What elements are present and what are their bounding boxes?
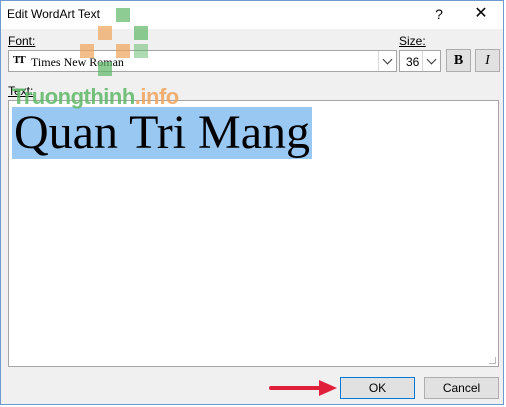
- size-label-text: Size:: [399, 34, 426, 48]
- ok-button[interactable]: OK: [340, 377, 415, 399]
- help-button[interactable]: ?: [427, 3, 451, 25]
- truetype-font-icon: TT: [13, 54, 26, 66]
- text-label: Text:: [8, 84, 33, 98]
- cancel-button[interactable]: Cancel: [424, 377, 499, 399]
- italic-button[interactable]: I: [475, 49, 500, 72]
- size-label: Size:: [399, 34, 426, 48]
- resize-grip: [489, 357, 496, 364]
- font-dropdown-button[interactable]: [378, 51, 396, 71]
- red-arrow-icon: [269, 380, 337, 396]
- edit-wordart-dialog: Edit WordArt Text ? ✕ Font: Size: TT Tim…: [0, 0, 504, 405]
- size-dropdown-button[interactable]: [422, 51, 440, 71]
- font-label: Font:: [8, 34, 35, 48]
- title-bar: Edit WordArt Text ? ✕: [1, 1, 503, 29]
- font-dropdown[interactable]: TT Times New Roman: [8, 50, 397, 72]
- chevron-down-icon: [426, 54, 437, 64]
- font-value: Times New Roman: [31, 55, 124, 69]
- bold-button[interactable]: B: [446, 49, 471, 72]
- size-value: 36: [406, 55, 420, 69]
- chevron-down-icon: [382, 54, 393, 64]
- close-button[interactable]: ✕: [463, 3, 499, 25]
- dialog-title: Edit WordArt Text: [7, 7, 100, 21]
- size-dropdown[interactable]: 36: [399, 50, 441, 72]
- wordart-text-area[interactable]: Quan Tri Mang: [8, 100, 499, 367]
- selected-text[interactable]: Quan Tri Mang: [12, 107, 313, 159]
- font-label-text: Font:: [8, 34, 36, 48]
- text-label-text: Text:: [8, 84, 34, 98]
